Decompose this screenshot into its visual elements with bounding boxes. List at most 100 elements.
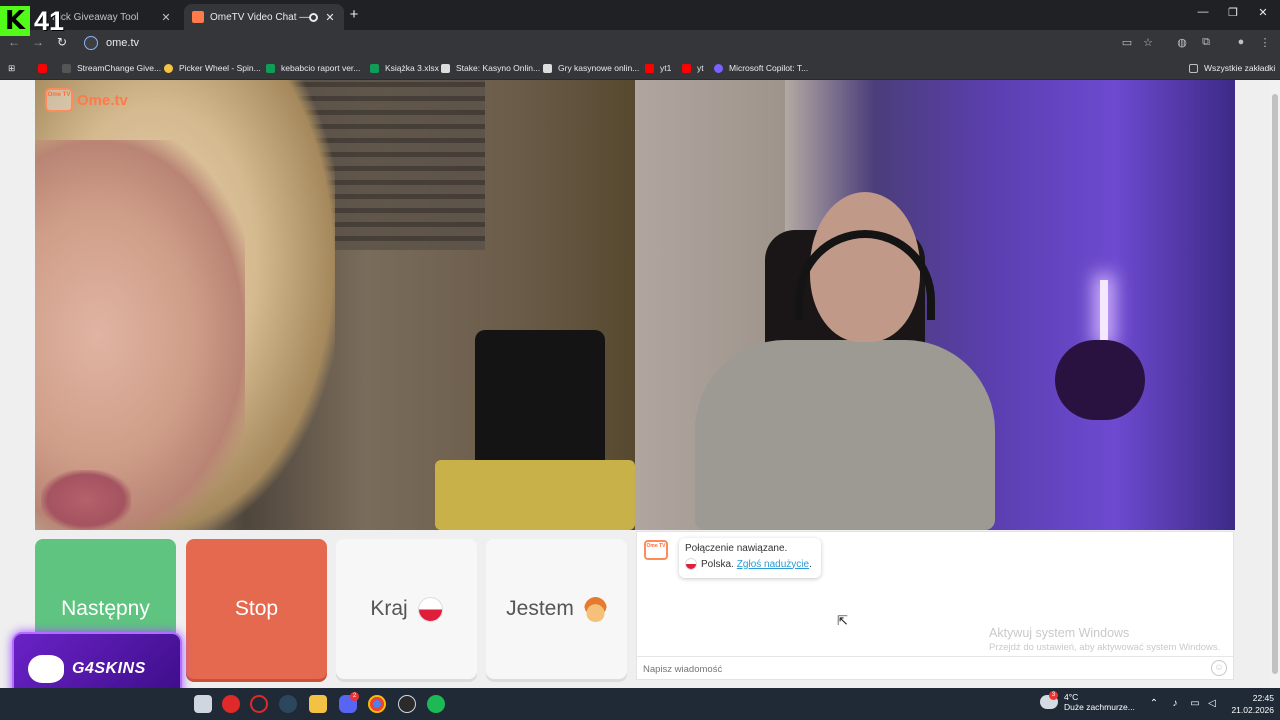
- tab-title: OmeTV Video Chat — Ome: [210, 11, 309, 23]
- bookmark-gry-kasynowe[interactable]: Gry kasynowe onlin...: [543, 61, 639, 75]
- page-scrollbar[interactable]: [1270, 80, 1280, 688]
- tray-chevron-icon[interactable]: ⌃: [1147, 698, 1161, 709]
- bookmark-yt1[interactable]: yt1: [645, 61, 671, 75]
- bookmark-label: yt1: [660, 63, 672, 73]
- spotify-icon[interactable]: [427, 695, 445, 713]
- restore-icon[interactable]: ❐: [1218, 6, 1248, 19]
- file-explorer-icon[interactable]: [309, 695, 327, 713]
- task-view-icon[interactable]: [194, 695, 212, 713]
- boy-emoji-icon: [583, 596, 607, 622]
- bookmark-kebabcio[interactable]: kebabcio raport ver...: [266, 61, 360, 75]
- youtube-icon: [682, 63, 691, 73]
- bookmarks-bar: ⊞ StreamChange Give... Picker Wheel - Sp…: [0, 56, 1280, 80]
- gender-button[interactable]: Jestem: [486, 539, 627, 679]
- address-bar-row: ← → ↻ ome.tv ▭ ☆ ◍ ⧉ ● ⋮: [0, 30, 1280, 56]
- obs-icon[interactable]: [398, 695, 416, 713]
- plush-toy: [1055, 340, 1145, 420]
- emoji-picker-icon[interactable]: ☺: [1211, 660, 1227, 676]
- extensions-puzzle-icon[interactable]: ⧉: [1199, 36, 1213, 49]
- streamchange-icon: [62, 63, 71, 73]
- apps-grid-icon[interactable]: ⊞: [8, 61, 15, 75]
- person-body: [695, 340, 995, 530]
- opera-icon[interactable]: [222, 695, 240, 713]
- bookmark-label: yt: [697, 63, 704, 73]
- profile-avatar-icon[interactable]: ●: [1234, 36, 1248, 48]
- picker-wheel-icon: [164, 63, 173, 73]
- report-abuse-link[interactable]: Zgłoś nadużycie: [737, 559, 809, 570]
- taskbar-clock[interactable]: 22:45 21.02.2026: [1222, 692, 1274, 716]
- kick-overlay: K 41: [0, 4, 72, 38]
- clock-date: 21.02.2026: [1231, 705, 1274, 715]
- bookmark-yt[interactable]: yt: [682, 61, 704, 75]
- microphone-icon[interactable]: ♪: [1168, 698, 1182, 709]
- browser-tab-bar: Kick Giveaway Tool ✕ OmeTV Video Chat — …: [0, 0, 1280, 30]
- kick-logo-icon: K: [0, 6, 30, 36]
- bookmark-label: Picker Wheel - Spin...: [179, 63, 261, 73]
- light-bar: [1100, 280, 1108, 340]
- extension-circle-icon[interactable]: ◍: [1175, 36, 1189, 49]
- close-tab-icon[interactable]: ✕: [324, 11, 336, 24]
- activate-subtitle: Przejdź do ustawień, aby aktywować syste…: [989, 642, 1221, 653]
- ometv-chat-avatar-icon: Ome TV: [644, 540, 668, 560]
- cast-icon[interactable]: ▭: [1120, 36, 1134, 49]
- activate-title: Aktywuj system Windows: [989, 626, 1130, 640]
- bookmark-copilot[interactable]: Microsoft Copilot: T...: [714, 61, 808, 75]
- system-message: Połączenie nawiązane. Polska. Zgłoś nadu…: [679, 538, 821, 578]
- new-tab-button[interactable]: +: [346, 6, 362, 23]
- bookmark-label: Stake: Kasyno Onlin...: [456, 63, 541, 73]
- ometv-logo-text: Ome.tv: [77, 91, 128, 109]
- bookmark-streamchange[interactable]: StreamChange Give...: [62, 61, 161, 75]
- network-icon[interactable]: ▭: [1188, 698, 1202, 709]
- lion-mascot-icon: [28, 655, 64, 683]
- bookmark-picker-wheel[interactable]: Picker Wheel - Spin...: [164, 61, 261, 75]
- chat-message-input[interactable]: [643, 661, 1203, 677]
- country-text: Polska.: [701, 558, 734, 570]
- ometv-favicon-icon: [192, 11, 204, 23]
- tab-ometv[interactable]: OmeTV Video Chat — Ome ✕: [184, 4, 344, 30]
- bookmark-star-icon[interactable]: ☆: [1141, 36, 1155, 49]
- weather-desc: Duże zachmurze...: [1064, 702, 1135, 712]
- gender-label: Jestem: [506, 597, 574, 620]
- poland-flag-icon: [417, 596, 443, 622]
- country-button[interactable]: Kraj: [336, 539, 477, 679]
- stop-label: Stop: [234, 597, 279, 620]
- bookmark-label: Książka 3.xlsx: [385, 63, 439, 73]
- menu-dots-icon[interactable]: ⋮: [1258, 36, 1272, 49]
- chrome-icon[interactable]: [368, 695, 386, 713]
- poland-flag-icon: [685, 558, 697, 570]
- scrollbar-thumb[interactable]: [1272, 94, 1278, 674]
- youtube-icon: [645, 63, 654, 73]
- bookmark-ksiazka[interactable]: Książka 3.xlsx: [370, 61, 439, 75]
- person-lips: [41, 470, 131, 530]
- discord-badge: 2: [350, 692, 359, 701]
- recording-icon: [309, 12, 318, 22]
- bookmark-label: Wszystkie zakładki: [1204, 63, 1276, 73]
- steam-icon[interactable]: [279, 695, 297, 713]
- url-field[interactable]: ome.tv: [80, 33, 1170, 53]
- sheets-icon: [370, 63, 379, 73]
- volume-icon[interactable]: ◁: [1205, 698, 1219, 709]
- stake-icon: [543, 63, 552, 73]
- stop-button[interactable]: Stop: [186, 539, 327, 679]
- bookmark-label: kebabcio raport ver...: [281, 63, 361, 73]
- weather-badge: 3: [1049, 691, 1058, 700]
- country-label: Kraj: [370, 597, 408, 620]
- stranger-video: [35, 80, 635, 530]
- close-window-icon[interactable]: ✕: [1248, 6, 1278, 19]
- bookmark-stake[interactable]: Stake: Kasyno Onlin...: [441, 61, 540, 75]
- minimize-icon[interactable]: —: [1188, 6, 1218, 18]
- next-label: Następny: [61, 597, 150, 620]
- close-tab-icon[interactable]: ✕: [160, 11, 172, 24]
- clock-time: 22:45: [1252, 693, 1274, 703]
- connected-text: Połączenie nawiązane.: [685, 543, 788, 554]
- bookmark-youtube[interactable]: [38, 61, 53, 75]
- ometv-logo[interactable]: Ome TV Ome.tv: [45, 86, 128, 114]
- copilot-icon: [714, 63, 723, 73]
- self-video: [635, 80, 1235, 530]
- opera-gx-icon[interactable]: [250, 695, 268, 713]
- ometv-tv-icon: Ome TV: [45, 88, 73, 112]
- site-info-icon[interactable]: [84, 36, 98, 50]
- weather-temp: 4°C: [1064, 692, 1079, 702]
- all-bookmarks-folder[interactable]: Wszystkie zakładki: [1189, 61, 1275, 75]
- stake-icon: [441, 63, 450, 73]
